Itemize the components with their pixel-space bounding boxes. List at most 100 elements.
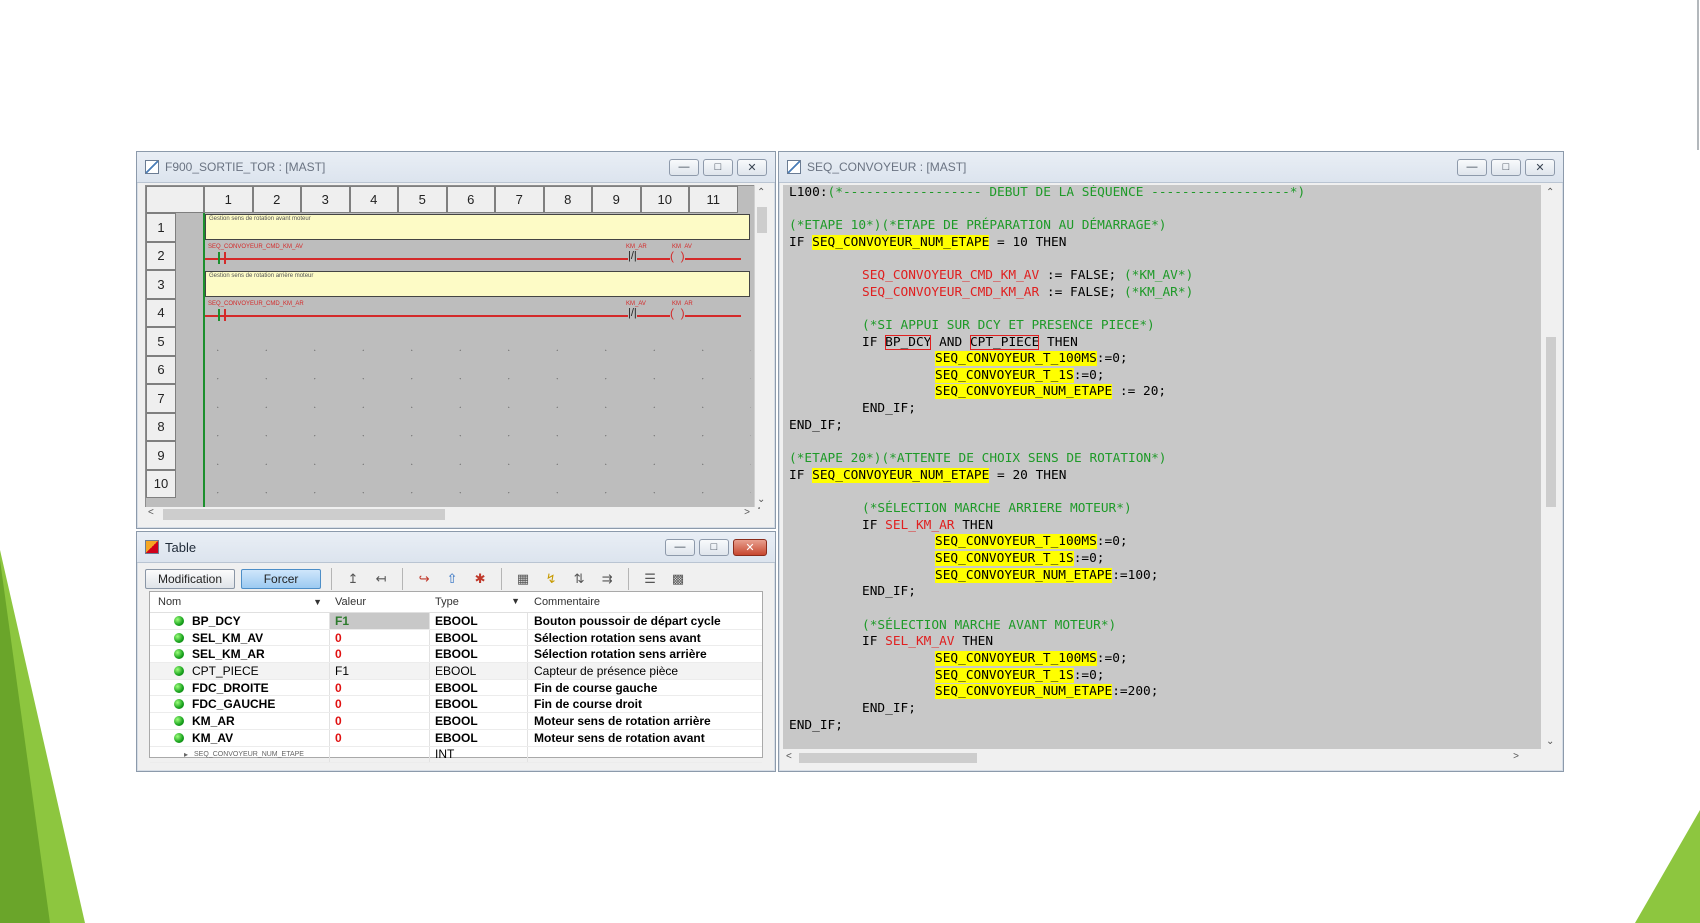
var-value[interactable]: 0 bbox=[330, 696, 430, 713]
forcer-button[interactable]: Forcer bbox=[241, 569, 322, 589]
col-11: 11 bbox=[689, 186, 738, 213]
scroll-thumb[interactable] bbox=[163, 509, 445, 520]
table-row[interactable]: FDC_GAUCHE 0 EBOOL Fin de course droit bbox=[150, 696, 762, 714]
set-icon[interactable]: ⇧ bbox=[441, 568, 463, 590]
table-row[interactable]: KM_AR 0 EBOOL Moteur sens de rotation ar… bbox=[150, 713, 762, 730]
rung-comment-2[interactable]: Gestion sens de rotation arrière moteur bbox=[205, 271, 750, 297]
format-icon[interactable]: ▩ bbox=[667, 568, 689, 590]
var-value[interactable]: 0 bbox=[330, 679, 430, 696]
sort-down-icon[interactable]: ▼ bbox=[313, 597, 322, 607]
maximize-button[interactable]: □ bbox=[703, 158, 733, 176]
expand-arrow-icon[interactable]: ▸ bbox=[184, 750, 188, 759]
header-comment[interactable]: Commentaire bbox=[528, 596, 762, 608]
scroll-thumb[interactable] bbox=[757, 207, 767, 233]
grid-icon[interactable]: ▦ bbox=[512, 568, 534, 590]
section-icon bbox=[145, 160, 159, 174]
maximize-button[interactable]: □ bbox=[699, 538, 729, 556]
minimize-button[interactable]: — bbox=[669, 158, 699, 176]
table-row[interactable]: KM_AV 0 EBOOL Moteur sens de rotation av… bbox=[150, 729, 762, 747]
scroll-thumb[interactable] bbox=[1546, 337, 1556, 507]
coil-icon[interactable]: ( ) bbox=[670, 249, 685, 263]
rung-comment-1[interactable]: Gestion sens de rotation avant moteur bbox=[205, 214, 750, 240]
col-3: 3 bbox=[301, 186, 350, 213]
var-type: EBOOL bbox=[430, 729, 528, 746]
row-10: 10 bbox=[146, 469, 176, 498]
variables-table: Nom ▼ Valeur Type ▼ Commentaire BP_DCY F1 … bbox=[149, 591, 763, 764]
header-value[interactable]: Valeur bbox=[330, 596, 430, 608]
code-line: END_IF; bbox=[789, 718, 843, 733]
close-button[interactable]: ✕ bbox=[1525, 158, 1555, 176]
col-2: 2 bbox=[252, 186, 301, 213]
code-vertical-scrollbar[interactable]: ⌃ ⌄ bbox=[1543, 185, 1559, 749]
ladder-window: F900_SORTIE_TOR : [MAST] — □ ✕ 1 2 3 4 5… bbox=[136, 151, 776, 529]
scroll-up-icon[interactable]: ⌃ bbox=[757, 187, 765, 198]
col-9: 9 bbox=[592, 186, 641, 213]
maximize-button[interactable]: □ bbox=[1491, 158, 1521, 176]
code-line: END_IF; bbox=[862, 401, 916, 416]
nc-contact-icon[interactable]: |/| bbox=[628, 250, 637, 262]
row-7: 7 bbox=[146, 384, 176, 413]
modification-button[interactable]: Modification bbox=[145, 569, 236, 589]
var-value[interactable]: F1 bbox=[330, 663, 430, 679]
table-row[interactable]: SEL_KM_AV 0 EBOOL Sélection rotation sen… bbox=[150, 629, 762, 647]
code-line: SEQ_CONVOYEUR_NUM_ETAPE := 20; bbox=[935, 384, 1167, 399]
scroll-right-icon[interactable]: > bbox=[1513, 751, 1519, 762]
coil-icon[interactable]: ( ) bbox=[670, 306, 685, 320]
rung2-wire bbox=[205, 315, 741, 317]
table-row[interactable]: ▸ SEQ_CONVOYEUR_NUM_ETAPE INT bbox=[150, 746, 762, 764]
scroll-down-icon[interactable]: ⌄ bbox=[757, 494, 765, 505]
scroll-left-icon[interactable]: < bbox=[786, 751, 792, 762]
var-value[interactable]: F1 bbox=[330, 613, 430, 629]
lightning-icon[interactable]: ↯ bbox=[540, 568, 562, 590]
var-name: SEL_KM_AR bbox=[192, 647, 265, 662]
status-led-icon bbox=[174, 699, 184, 710]
force-one-icon[interactable]: ↤ bbox=[370, 568, 392, 590]
minimize-button[interactable]: — bbox=[665, 538, 695, 556]
rising-edge-icon[interactable]: ⇅ bbox=[568, 568, 590, 590]
code-line: SEQ_CONVOYEUR_NUM_ETAPE:=100; bbox=[935, 568, 1159, 583]
scroll-down-icon[interactable]: ⌄ bbox=[1546, 736, 1554, 747]
scroll-thumb[interactable] bbox=[799, 753, 977, 763]
var-value[interactable]: 0 bbox=[330, 729, 430, 746]
ladder-vertical-scrollbar[interactable]: ⌃ ⌄ bbox=[754, 185, 769, 507]
var-value[interactable]: 0 bbox=[330, 713, 430, 729]
reset-icon[interactable]: ✱ bbox=[469, 568, 491, 590]
close-button[interactable]: ✕ bbox=[733, 538, 767, 556]
var-value[interactable]: 0 bbox=[330, 629, 430, 646]
var-comment: Sélection rotation sens avant bbox=[534, 630, 701, 645]
row-header: 1 2 3 4 5 6 7 8 9 10 bbox=[146, 213, 176, 498]
table-row[interactable]: BP_DCY F1 EBOOL Bouton poussoir de dépar… bbox=[150, 613, 762, 630]
sort-down-icon[interactable]: ▼ bbox=[511, 596, 520, 608]
code-editor[interactable]: L100:(*------------------ DEBUT DE LA SÉ… bbox=[783, 185, 1541, 749]
code-line: SEQ_CONVOYEUR_T_100MS:=0; bbox=[935, 651, 1128, 666]
close-button[interactable]: ✕ bbox=[737, 158, 767, 176]
var-value[interactable] bbox=[330, 746, 430, 763]
code-line: END_IF; bbox=[789, 418, 843, 433]
list-icon[interactable]: ☰ bbox=[639, 568, 661, 590]
scroll-left-icon[interactable]: < bbox=[148, 507, 154, 518]
header-type[interactable]: Type ▼ bbox=[430, 596, 528, 608]
var-value[interactable]: 0 bbox=[330, 646, 430, 663]
code-horizontal-scrollbar[interactable]: < > bbox=[783, 749, 1541, 767]
force-zero-icon[interactable]: ↥ bbox=[342, 568, 364, 590]
status-led-icon bbox=[174, 665, 184, 676]
var-comment: Moteur sens de rotation avant bbox=[534, 730, 705, 745]
table-icon bbox=[145, 540, 159, 554]
ladder-horizontal-scrollbar[interactable]: < > bbox=[145, 507, 758, 522]
column-header: 1 2 3 4 5 6 7 8 9 10 11 bbox=[204, 186, 738, 213]
scroll-up-icon[interactable]: ⌃ bbox=[1546, 187, 1554, 198]
code-line: (*SÉLECTION MARCHE AVANT MOTEUR*) bbox=[862, 618, 1117, 633]
table-row[interactable]: CPT_PIECE F1 EBOOL Capteur de présence p… bbox=[150, 663, 762, 680]
minimize-button[interactable]: — bbox=[1457, 158, 1487, 176]
table-row[interactable]: SEL_KM_AR 0 EBOOL Sélection rotation sen… bbox=[150, 646, 762, 664]
table-row[interactable]: FDC_DROITE 0 EBOOL Fin de course gauche bbox=[150, 679, 762, 697]
falling-edge-icon[interactable]: ⇉ bbox=[596, 568, 618, 590]
unforce-icon[interactable]: ↪ bbox=[413, 568, 435, 590]
scroll-right-icon[interactable]: > bbox=[744, 507, 750, 518]
code-line: SEQ_CONVOYEUR_T_1S:=0; bbox=[935, 551, 1105, 566]
var-type: EBOOL bbox=[430, 629, 528, 646]
ladder-grid[interactable]: 1 2 3 4 5 6 7 8 9 10 11 1 2 3 4 5 6 7 8 … bbox=[145, 185, 760, 509]
header-name[interactable]: Nom ▼ bbox=[150, 596, 330, 608]
code-line: IF BP_DCY AND CPT_PIECE THEN bbox=[862, 335, 1078, 350]
nc-contact-icon[interactable]: |/| bbox=[628, 307, 637, 319]
